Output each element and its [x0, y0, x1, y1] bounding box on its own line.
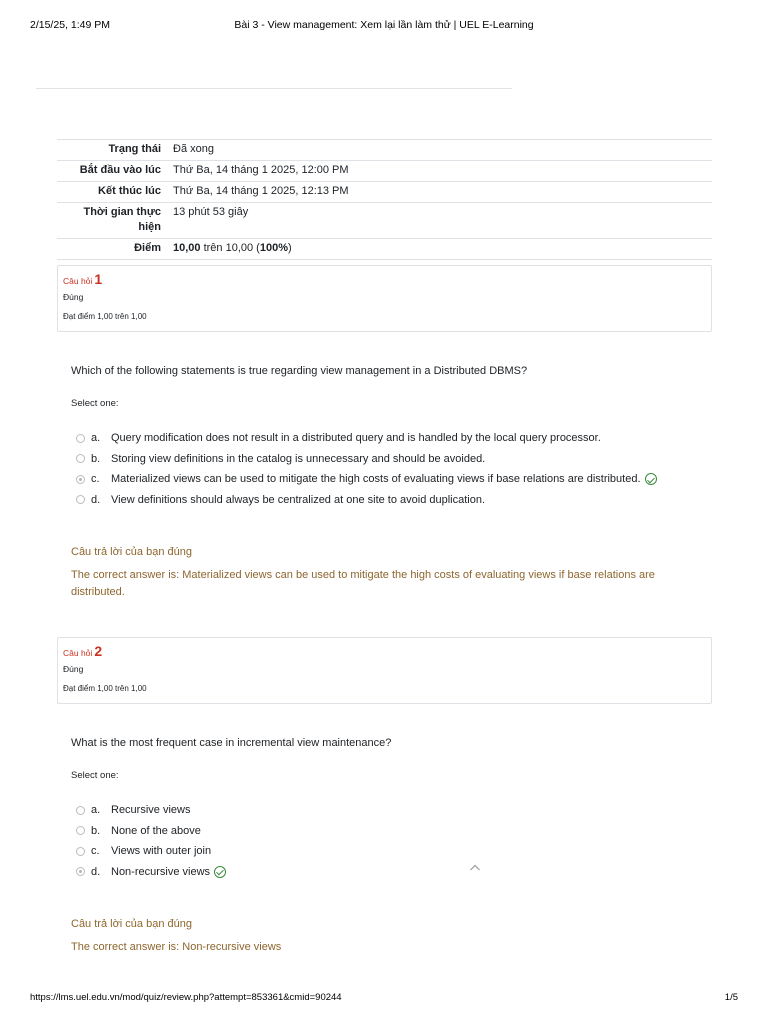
radio-button[interactable] — [76, 846, 85, 856]
answer-option-b[interactable]: b. None of the above — [76, 821, 716, 842]
answer-text: None of the above — [111, 824, 201, 837]
summary-value: Thứ Ba, 14 tháng 1 2025, 12:00 PM — [173, 164, 349, 176]
question-2-answers: a. Recursive views b. None of the above … — [76, 800, 716, 882]
grade-percent: 100% — [259, 242, 288, 254]
radio-button-selected[interactable] — [76, 474, 85, 484]
summary-row-grade: Điểm 10,00 trên 10,00 (100%) — [57, 238, 712, 260]
summary-value: 13 phút 53 giây — [173, 206, 249, 218]
question-1-info: Câu hỏi 1 Đúng Đạt điểm 1,00 trên 1,00 — [57, 265, 712, 332]
summary-row-completed: Kết thúc lúc Thứ Ba, 14 tháng 1 2025, 12… — [57, 181, 712, 203]
summary-value: Đã xong — [173, 143, 214, 155]
question-grade: Đạt điểm 1,00 trên 1,00 — [63, 312, 147, 321]
answer-text: Recursive views — [111, 804, 191, 817]
question-2-text: What is the most frequent case in increm… — [71, 737, 392, 749]
check-circle-icon — [644, 473, 657, 486]
answer-letter: a. — [91, 804, 101, 817]
question-2-feedback-title: Câu trả lời của bạn đúng — [71, 918, 192, 930]
grade-mid: trên 10,00 ( — [200, 242, 260, 254]
question-grade: Đạt điểm 1,00 trên 1,00 — [63, 684, 147, 693]
answer-option-d[interactable]: d. View definitions should always be cen… — [76, 490, 716, 511]
answer-letter: d. — [91, 493, 101, 506]
summary-row-started: Bắt đầu vào lúc Thứ Ba, 14 tháng 1 2025,… — [57, 160, 712, 182]
answer-option-c[interactable]: c. Views with outer join — [76, 841, 716, 862]
summary-value: Thứ Ba, 14 tháng 1 2025, 12:13 PM — [173, 185, 349, 197]
question-number-value: 1 — [94, 271, 103, 287]
print-url: https://lms.uel.edu.vn/mod/quiz/review.p… — [30, 992, 342, 1003]
answer-option-a[interactable]: a. Recursive views — [76, 800, 716, 821]
answer-option-a[interactable]: a. Query modification does not result in… — [76, 428, 716, 449]
answer-text: Non-recursive views — [111, 865, 211, 878]
answer-text: Materialized views can be used to mitiga… — [111, 473, 641, 486]
answer-text: Views with outer join — [111, 845, 212, 858]
print-page-number: 1/5 — [724, 992, 738, 1003]
question-1-feedback-title: Câu trả lời của bạn đúng — [71, 546, 192, 558]
question-number-value: 2 — [94, 643, 103, 659]
answer-text: View definitions should always be centra… — [111, 493, 486, 506]
summary-label: Bắt đầu vào lúc — [79, 164, 161, 176]
summary-value: 10,00 trên 10,00 (100%) — [167, 239, 712, 260]
summary-label: Thời gian thực hiện — [83, 206, 161, 233]
grade-score: 10,00 — [173, 242, 201, 254]
answer-letter: a. — [91, 432, 101, 445]
answer-option-c[interactable]: c. Materialized views can be used to mit… — [76, 469, 716, 490]
divider — [36, 88, 512, 89]
answer-option-d[interactable]: d. Non-recursive views — [76, 862, 716, 883]
grade-end: ) — [288, 242, 292, 254]
summary-label: Kết thúc lúc — [98, 185, 161, 197]
answer-letter: c. — [91, 845, 100, 858]
question-number: Câu hỏi 2 — [63, 643, 706, 661]
print-footer: https://lms.uel.edu.vn/mod/quiz/review.p… — [30, 992, 738, 1006]
question-2-info: Câu hỏi 2 Đúng Đạt điểm 1,00 trên 1,00 — [57, 637, 712, 704]
answer-text: Query modification does not result in a … — [111, 432, 601, 445]
question-label: Câu hỏi — [63, 276, 93, 286]
question-1-correct-answer: The correct answer is: Materialized view… — [71, 569, 655, 598]
radio-button-selected[interactable] — [76, 867, 85, 877]
radio-button[interactable] — [76, 826, 85, 836]
print-page-title: Bài 3 - View management: Xem lại lần làm… — [234, 19, 534, 31]
question-label: Câu hỏi — [63, 648, 93, 658]
question-2-prompt: Select one: — [71, 770, 119, 781]
radio-button[interactable] — [76, 495, 85, 505]
radio-button[interactable] — [76, 433, 85, 443]
answer-letter: d. — [91, 865, 101, 878]
answer-letter: c. — [91, 473, 100, 486]
question-1-answers: a. Query modification does not result in… — [76, 428, 716, 510]
summary-label: Điểm — [134, 242, 161, 254]
question-number: Câu hỏi 1 — [63, 271, 706, 289]
question-state: Đúng — [63, 664, 84, 674]
radio-button[interactable] — [76, 805, 85, 815]
summary-row-state: Trạng thái Đã xong — [57, 139, 712, 161]
question-state: Đúng — [63, 292, 84, 302]
question-2-correct-answer: The correct answer is: Non-recursive vie… — [71, 941, 282, 953]
answer-letter: b. — [91, 824, 101, 837]
question-1-prompt: Select one: — [71, 398, 119, 409]
print-header: 2/15/25, 1:49 PM Bài 3 - View management… — [30, 19, 738, 33]
radio-button[interactable] — [76, 454, 85, 464]
attempt-summary-table: Trạng thái Đã xong Bắt đầu vào lúc Thứ B… — [57, 139, 712, 260]
check-circle-icon — [214, 865, 227, 878]
summary-label: Trạng thái — [108, 143, 161, 155]
answer-letter: b. — [91, 452, 101, 465]
answer-text: Storing view definitions in the catalog … — [111, 452, 486, 465]
chevron-up-icon[interactable] — [469, 862, 481, 874]
answer-option-b[interactable]: b. Storing view definitions in the catal… — [76, 449, 716, 470]
question-1-text: Which of the following statements is tru… — [71, 365, 528, 377]
summary-row-time-taken: Thời gian thực hiện 13 phút 53 giây — [57, 202, 712, 239]
